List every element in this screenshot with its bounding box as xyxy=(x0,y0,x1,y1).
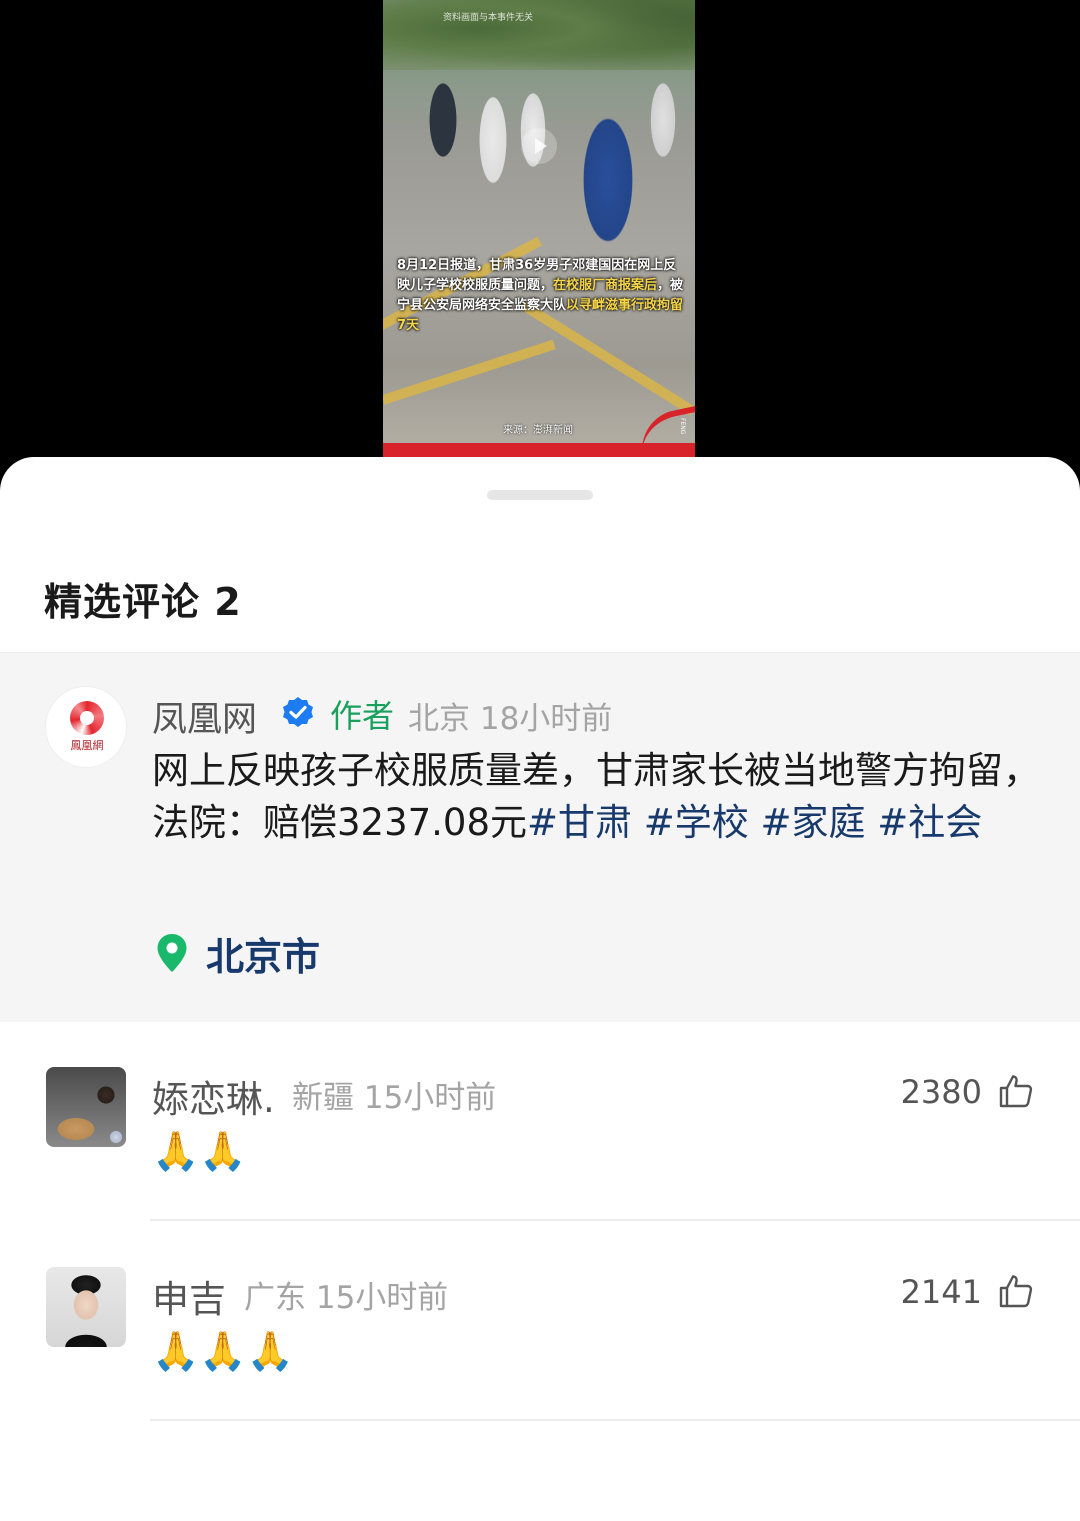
author-tag: 作者 xyxy=(330,697,395,735)
location-text[interactable]: 北京市 xyxy=(206,926,320,981)
avatar[interactable] xyxy=(46,1067,126,1147)
like-count: 2141 xyxy=(900,1273,982,1311)
comment-meta: 新疆 15小时前 xyxy=(292,1080,497,1116)
comment-username[interactable]: 婖恋琳. xyxy=(152,1069,275,1123)
video-frame[interactable]: 资料画面与本事件无关 8月12日报道，甘肃36岁男子邓建国因在网上反映儿子学校校… xyxy=(383,0,695,457)
comment-meta: 广东 15小时前 xyxy=(244,1280,449,1316)
hashtag-links[interactable]: #甘肃 #学校 #家庭 #社会 xyxy=(527,801,982,844)
verified-badge-icon xyxy=(283,697,313,727)
avatar[interactable]: 鳳凰網 xyxy=(45,686,127,768)
comment-item[interactable]: 申吉 广东 15小时前 2141 🙏🙏🙏 xyxy=(0,1257,1080,1457)
comment-item[interactable]: 婖恋琳. 新疆 15小时前 2380 🙏🙏 xyxy=(0,1057,1080,1257)
author-comment[interactable]: 鳳凰網 凤凰网 作者 北京 18小时前 网上反映孩子校服质量差，甘肃家长被当地警… xyxy=(0,652,1080,1022)
comment-text: 网上反映孩子校服质量差，甘肃家长被当地警方拘留，法院：赔偿3237.08元#甘肃… xyxy=(152,745,1047,849)
divider xyxy=(150,1219,1080,1221)
brand-vertical-text: FENG xyxy=(679,418,686,435)
video-caption: 8月12日报道，甘肃36岁男子邓建国因在网上反映儿子学校校服质量问题，在校服厂商… xyxy=(397,256,687,336)
video-source: 来源：澎湃新闻 xyxy=(503,425,573,436)
play-icon[interactable] xyxy=(521,128,557,164)
video-player[interactable]: 资料画面与本事件无关 8月12日报道，甘肃36岁男子邓建国因在网上反映儿子学校校… xyxy=(0,0,1080,470)
comment-username[interactable]: 申吉 xyxy=(152,1269,226,1323)
comments-sheet: 精选评论 2 鳳凰網 凤凰网 作者 北京 18小时前 网上反映孩子校服质量差，甘… xyxy=(0,457,1080,1521)
comment-text: 🙏🙏🙏 xyxy=(152,1329,294,1373)
divider xyxy=(150,1419,1080,1421)
like-count: 2380 xyxy=(900,1073,982,1111)
brand-red-bar xyxy=(383,443,695,457)
caption-highlight: 在校服厂商报案后 xyxy=(553,278,658,293)
comment-text: 🙏🙏 xyxy=(152,1129,247,1173)
thumbs-up-icon[interactable] xyxy=(998,1073,1034,1109)
video-top-note: 资料画面与本事件无关 xyxy=(443,13,534,23)
avatar-logo-text: 鳳凰網 xyxy=(70,739,104,752)
thumbs-up-icon[interactable] xyxy=(998,1273,1034,1309)
road-marking xyxy=(383,339,556,405)
location-link[interactable]: 北京市 xyxy=(156,930,320,979)
location-pin-icon xyxy=(157,934,187,972)
sheet-drag-handle[interactable] xyxy=(487,490,593,500)
author-name[interactable]: 凤凰网 xyxy=(152,691,257,742)
sheet-title: 精选评论 2 xyxy=(44,580,242,624)
avatar[interactable] xyxy=(46,1267,126,1347)
phoenix-logo-icon xyxy=(70,701,104,735)
comment-meta: 北京 18小时前 xyxy=(408,701,613,737)
